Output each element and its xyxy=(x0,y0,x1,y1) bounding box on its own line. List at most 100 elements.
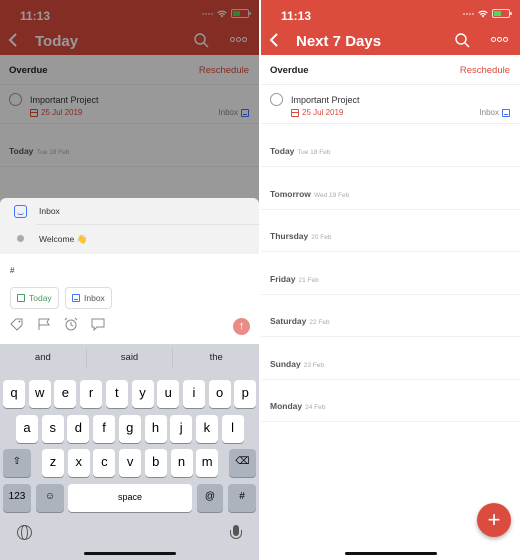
day-date: 21 Feb xyxy=(298,276,319,284)
task-checkbox[interactable] xyxy=(270,93,283,106)
chip-label: Inbox xyxy=(84,293,105,303)
alarm-icon[interactable] xyxy=(64,317,78,331)
task-name: Important Project xyxy=(291,95,360,105)
send-button[interactable]: ↑ xyxy=(233,318,250,335)
status-icons xyxy=(463,9,512,18)
overdue-header: Overdue Reschedule xyxy=(261,55,520,85)
due-date-chip[interactable]: Today xyxy=(10,287,59,309)
day-section: Friday 21 Feb xyxy=(261,253,520,295)
project-suggestions: Inbox Welcome 👋 xyxy=(0,198,259,254)
emoji-key[interactable]: ☺ xyxy=(36,484,64,512)
status-time: 11:13 xyxy=(281,9,312,23)
suggestion-welcome[interactable]: Welcome 👋 xyxy=(0,226,259,253)
calendar-icon xyxy=(17,294,25,302)
comment-icon[interactable] xyxy=(91,317,105,331)
day-name: Tomorrow xyxy=(270,188,311,199)
day-section: Thursday 20 Feb xyxy=(261,210,520,252)
keyboard: and said the q w e r t y u i o p a s d f g h j k l ⇧ z x c v b n m… xyxy=(0,344,259,560)
key-w[interactable]: w xyxy=(28,380,51,408)
inbox-icon xyxy=(72,294,80,302)
day-date: 24 Feb xyxy=(305,404,326,411)
wifi-icon xyxy=(478,10,488,17)
numbers-key[interactable]: 123 xyxy=(3,484,31,512)
key-z[interactable]: z xyxy=(42,449,64,477)
key-i[interactable]: i xyxy=(182,380,205,408)
suggestion-label: Welcome 👋 xyxy=(39,234,88,244)
backspace-key[interactable]: ⌫ xyxy=(229,449,256,477)
prediction[interactable]: the xyxy=(173,348,259,368)
key-g[interactable]: g xyxy=(118,415,141,443)
key-v[interactable]: v xyxy=(119,449,142,477)
day-name: Thursday xyxy=(270,231,309,241)
overdue-label: Overdue xyxy=(270,65,309,76)
day-section: Today Tue 18 Feb xyxy=(261,125,520,167)
battery-icon xyxy=(492,9,512,18)
day-date: 22 Feb xyxy=(309,319,330,326)
day-name: Today xyxy=(270,146,295,156)
day-name: Saturday xyxy=(270,316,307,326)
task-date-text: 25 Jul 2019 xyxy=(302,108,344,117)
composer-toolbar xyxy=(10,317,105,331)
key-r[interactable]: r xyxy=(80,380,103,408)
add-task-button[interactable]: + xyxy=(477,503,511,537)
key-u[interactable]: u xyxy=(157,380,180,408)
calendar-icon xyxy=(291,108,299,117)
suggestion-label: Inbox xyxy=(39,206,60,216)
day-date: Wed 19 Feb xyxy=(313,191,350,199)
key-f[interactable]: f xyxy=(93,415,116,443)
day-date: 20 Feb xyxy=(311,234,332,241)
back-chevron-icon[interactable] xyxy=(269,33,279,47)
key-m[interactable]: m xyxy=(196,449,219,477)
prediction[interactable]: and xyxy=(0,348,87,368)
app-header: 11:13 Next 7 Days xyxy=(261,0,520,55)
key-k[interactable]: k xyxy=(195,415,218,443)
project-dot-icon xyxy=(17,235,24,242)
key-y[interactable]: y xyxy=(131,380,154,408)
signal-icon xyxy=(463,12,474,15)
key-q[interactable]: q xyxy=(3,380,25,408)
flag-icon[interactable] xyxy=(37,317,51,331)
key-x[interactable]: x xyxy=(67,449,90,477)
globe-icon[interactable] xyxy=(17,525,32,540)
day-section: Saturday 22 Feb xyxy=(261,295,520,337)
inbox-icon xyxy=(502,108,510,117)
reschedule-button[interactable]: Reschedule xyxy=(460,65,510,76)
day-section: Sunday 23 Feb xyxy=(261,338,520,380)
day-section: Tomorrow Wed 19 Feb xyxy=(261,168,520,210)
label-icon[interactable] xyxy=(10,317,24,331)
key-s[interactable]: s xyxy=(41,415,64,443)
day-name: Monday xyxy=(270,401,303,411)
task-item[interactable]: Important Project 25 Jul 2019 Inbox xyxy=(261,86,520,124)
day-name: Friday xyxy=(270,273,296,284)
chip-label: Today xyxy=(29,293,52,303)
shift-key[interactable]: ⇧ xyxy=(3,449,31,477)
space-key[interactable]: space xyxy=(68,484,192,512)
key-p[interactable]: p xyxy=(234,380,257,408)
task-project-text: Inbox xyxy=(479,108,499,117)
key-t[interactable]: t xyxy=(105,380,128,408)
task-input[interactable] xyxy=(10,266,210,275)
hash-key[interactable]: # xyxy=(228,484,256,512)
key-l[interactable]: l xyxy=(221,415,244,443)
key-b[interactable]: b xyxy=(144,449,167,477)
key-h[interactable]: h xyxy=(144,415,167,443)
next-7-days-screen: 11:13 Next 7 Days Overdue Reschedule Imp… xyxy=(261,0,520,560)
more-icon[interactable] xyxy=(491,37,508,42)
search-icon[interactable] xyxy=(455,33,470,48)
key-e[interactable]: e xyxy=(54,380,77,408)
predictive-bar: and said the xyxy=(0,348,259,368)
day-name: Sunday xyxy=(270,358,301,369)
project-chip[interactable]: Inbox xyxy=(65,287,112,309)
key-d[interactable]: d xyxy=(67,415,90,443)
suggestion-inbox[interactable]: Inbox xyxy=(36,198,259,225)
key-o[interactable]: o xyxy=(208,380,231,408)
task-project: Inbox xyxy=(479,108,510,117)
key-j[interactable]: j xyxy=(170,415,193,443)
key-a[interactable]: a xyxy=(16,415,38,443)
at-key[interactable]: @ xyxy=(197,484,223,512)
home-indicator xyxy=(83,552,176,555)
key-n[interactable]: n xyxy=(170,449,193,477)
key-c[interactable]: c xyxy=(93,449,116,477)
prediction[interactable]: said xyxy=(87,348,174,368)
microphone-icon[interactable] xyxy=(230,525,242,539)
